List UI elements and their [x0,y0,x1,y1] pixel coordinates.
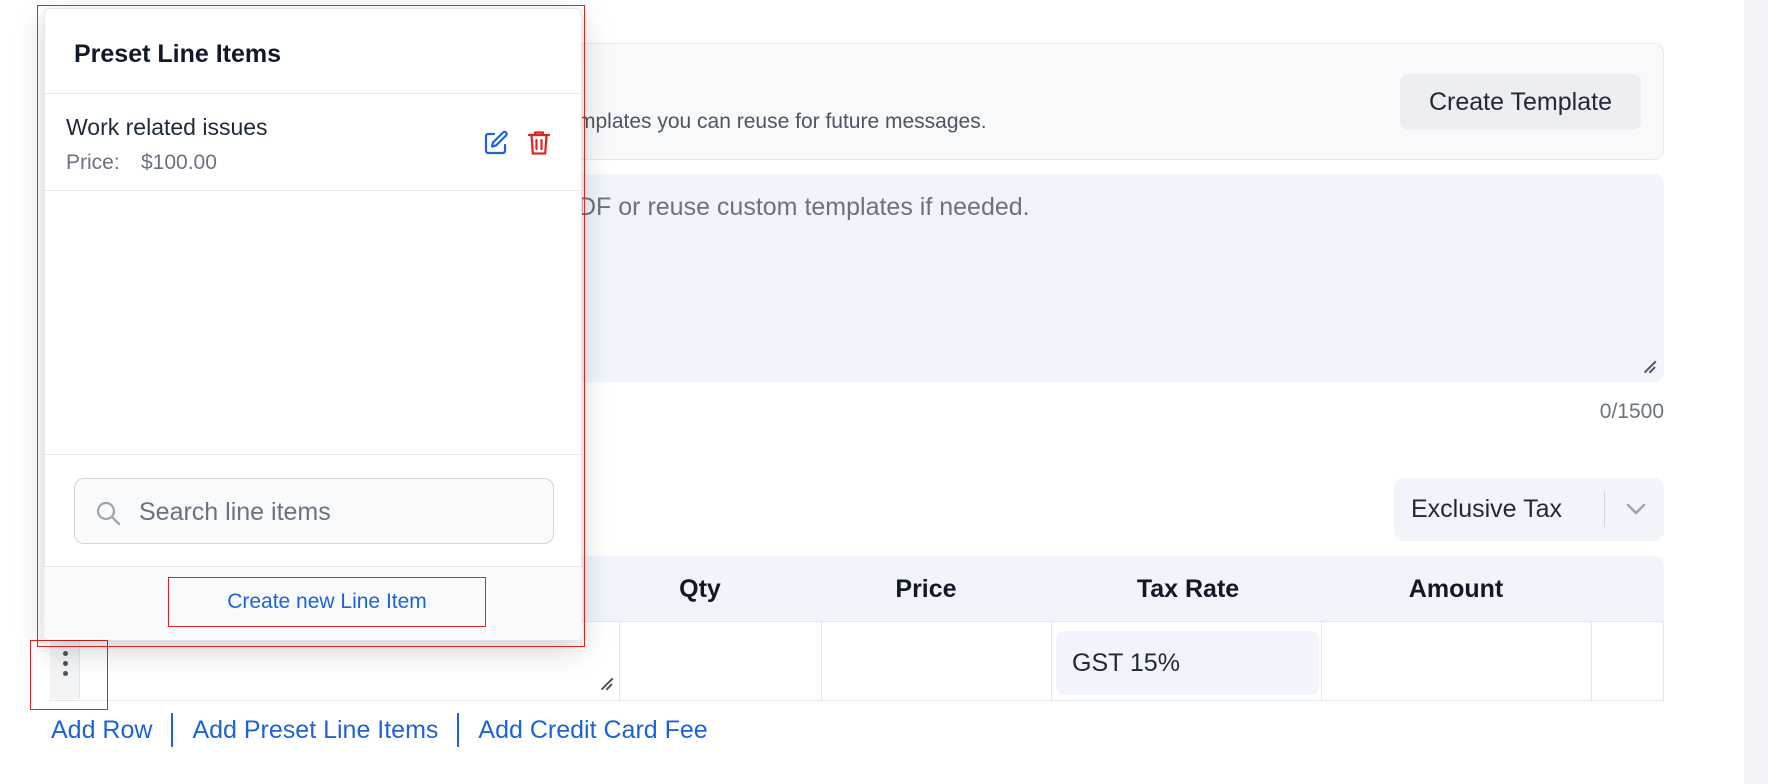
char-count: 0/1500 [1599,400,1664,423]
table-actions: Add Row Add Preset Line Items Add Credit… [51,713,708,747]
template-description: mplates you can reuse for future message… [578,110,987,133]
column-header-qty: Qty [679,575,721,603]
divider [44,454,582,455]
column-header-price: Price [895,575,957,603]
column-divider [1051,621,1052,701]
add-preset-line-items-link[interactable]: Add Preset Line Items [192,716,438,745]
column-header-amount: Amount [1408,575,1504,603]
line-item-name[interactable]: Work related issues [66,114,268,141]
create-new-line-item-button[interactable]: Create new Line Item [168,577,486,627]
tax-rate-cell[interactable]: GST 15% [1056,631,1319,695]
search-icon [96,501,121,526]
column-header-tax-rate: Tax Rate [1136,575,1240,603]
line-item-price: $100.00 [141,151,217,174]
column-divider [821,621,822,701]
column-divider [1591,621,1592,701]
line-item-price-label: Price: [66,151,120,174]
scroll-gutter [1744,0,1768,784]
edit-icon[interactable] [482,129,510,157]
trash-icon[interactable] [526,129,552,157]
select-divider [1604,491,1605,527]
link-separator [457,713,460,747]
resize-grip-icon[interactable] [599,675,613,689]
highlight-outline [30,640,108,710]
divider [44,190,582,191]
message-placeholder: DF or reuse custom templates if needed. [578,193,1030,221]
column-divider [1321,621,1322,701]
divider [44,93,582,94]
tax-rate-value: GST 15% [1072,649,1180,677]
line-item-search [74,478,554,544]
add-credit-card-fee-link[interactable]: Add Credit Card Fee [478,716,707,745]
add-row-link[interactable]: Add Row [51,716,152,745]
preset-line-items-popover [44,8,582,640]
resize-grip-icon[interactable] [1642,358,1656,372]
column-divider [619,621,620,701]
link-separator [171,713,174,747]
tax-mode-value: Exclusive Tax [1411,495,1562,523]
chevron-down-icon[interactable] [1624,500,1648,518]
search-input[interactable] [139,491,539,533]
create-template-button[interactable]: Create Template [1400,74,1641,130]
tax-mode-select[interactable]: Exclusive Tax [1394,478,1664,541]
popover-title: Preset Line Items [74,40,282,68]
